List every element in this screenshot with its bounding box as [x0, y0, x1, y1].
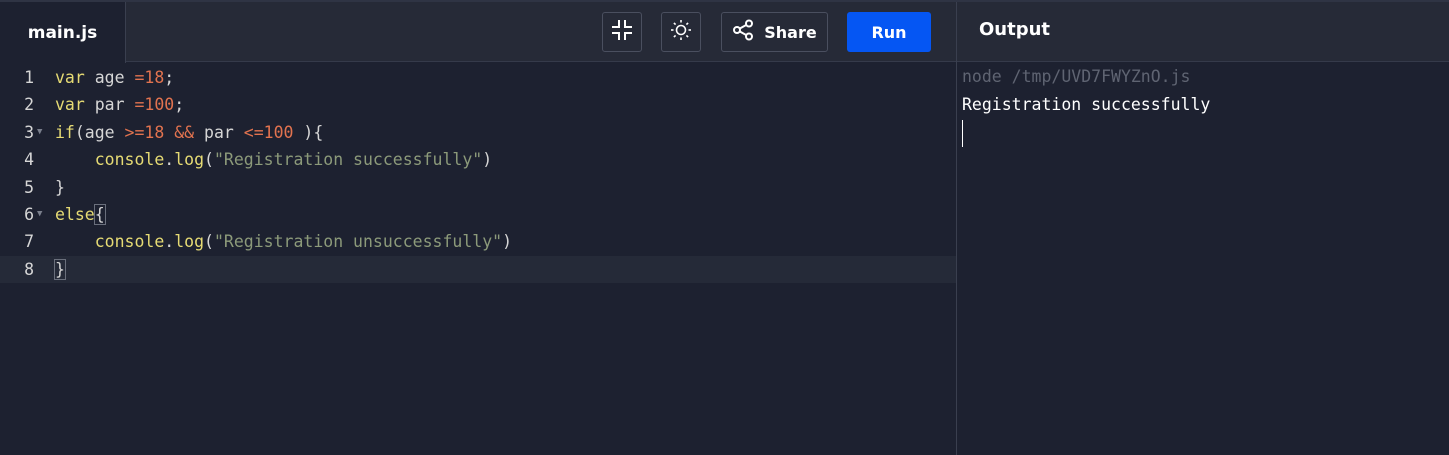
line-number: 1 — [24, 68, 34, 87]
theme-toggle-button[interactable] — [661, 12, 701, 52]
line-number: 2 — [24, 95, 34, 115]
output-command: node /tmp/UVD7FWYZnO.js — [962, 67, 1191, 86]
fold-arrow-icon[interactable]: ▼ — [37, 201, 42, 228]
code-text: if(age >=18 && par <=100 ){ — [55, 122, 324, 142]
code-editor[interactable]: 1 var age =18; 2 var par =100; 3 ▼ if(age >=18… — [0, 63, 956, 455]
fold-arrow-icon[interactable]: ▼ — [37, 119, 42, 146]
collapse-button[interactable] — [602, 12, 642, 52]
code-line[interactable]: 1 var age =18; — [0, 64, 956, 91]
text-cursor — [962, 120, 963, 147]
code-text: var par =100; — [55, 95, 185, 115]
editor-toolbar: main.js Share Run — [0, 2, 956, 63]
code-line[interactable]: 5} — [0, 174, 956, 201]
line-number: 6 — [24, 205, 34, 224]
share-label: Share — [764, 22, 817, 42]
run-button[interactable]: Run — [847, 12, 931, 52]
code-line[interactable]: 3 ▼ if(age >=18 && par <=100 ){ — [0, 119, 956, 146]
output-result: Registration successfully — [962, 95, 1211, 114]
line-number: 3 — [24, 122, 34, 142]
code-text: console.log("Registration successfully") — [94, 150, 493, 170]
code-line[interactable]: 7 console.log("Registration unsuccessful… — [0, 228, 956, 255]
file-tab-label: main.js — [27, 22, 98, 43]
sun-icon — [670, 19, 692, 45]
code-line[interactable]: 8} — [0, 255, 956, 284]
code-text: } — [55, 177, 65, 197]
share-icon — [732, 19, 754, 45]
line-number: 7 — [24, 232, 34, 252]
pane-divider[interactable] — [956, 2, 957, 455]
file-tab-main-js[interactable]: main.js — [0, 2, 126, 63]
code-text: console.log("Registration unsuccessfully… — [94, 232, 513, 252]
code-text: var age =18; — [55, 68, 175, 87]
code-line[interactable]: 6 ▼ else{ — [0, 201, 956, 228]
line-number: 4 — [24, 150, 34, 170]
share-button[interactable]: Share — [721, 12, 828, 52]
code-text: else{ — [55, 204, 106, 225]
output-title: Output — [979, 19, 1051, 40]
collapse-icon — [611, 19, 633, 45]
output-header: Output — [957, 2, 1449, 62]
line-number: 5 — [24, 177, 34, 197]
line-number: 8 — [24, 259, 34, 279]
code-text: } — [54, 258, 66, 280]
code-line[interactable]: 2 var par =100; — [0, 91, 956, 118]
run-label: Run — [871, 22, 907, 42]
code-line[interactable]: 4 console.log("Registration successfully… — [0, 146, 956, 173]
